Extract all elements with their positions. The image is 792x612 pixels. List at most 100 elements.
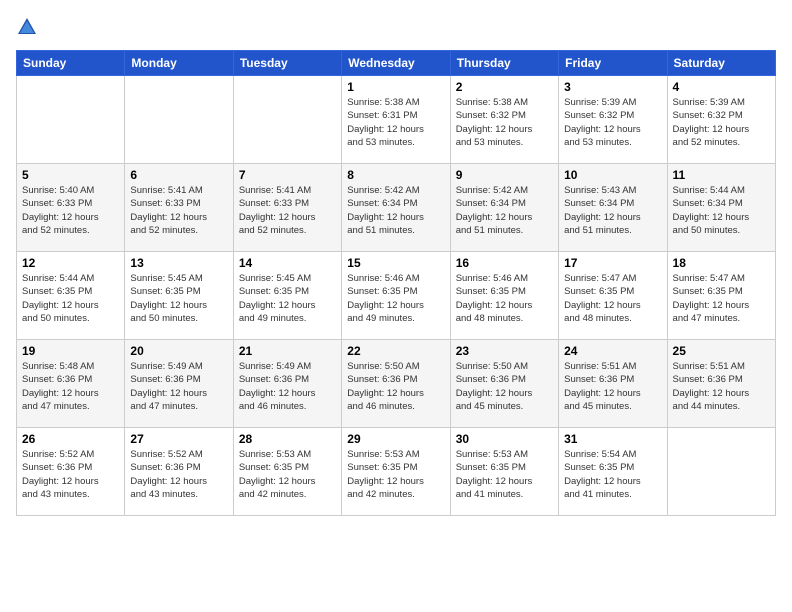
day-info: Sunrise: 5:46 AM Sunset: 6:35 PM Dayligh… [456, 272, 553, 325]
day-info: Sunrise: 5:39 AM Sunset: 6:32 PM Dayligh… [564, 96, 661, 149]
day-number: 29 [347, 432, 444, 446]
calendar-cell: 23 Sunrise: 5:50 AM Sunset: 6:36 PM Dayli… [450, 340, 558, 428]
day-number: 4 [673, 80, 770, 94]
weekday-tuesday: Tuesday [233, 51, 341, 76]
day-number: 23 [456, 344, 553, 358]
day-number: 20 [130, 344, 227, 358]
day-info: Sunrise: 5:53 AM Sunset: 6:35 PM Dayligh… [347, 448, 444, 501]
day-number: 13 [130, 256, 227, 270]
day-info: Sunrise: 5:42 AM Sunset: 6:34 PM Dayligh… [347, 184, 444, 237]
day-number: 17 [564, 256, 661, 270]
day-info: Sunrise: 5:49 AM Sunset: 6:36 PM Dayligh… [130, 360, 227, 413]
calendar-cell: 26Sunrise: 5:52 AM Sunset: 6:36 PM Dayli… [17, 428, 125, 516]
day-number: 22 [347, 344, 444, 358]
week-row-1: 1 Sunrise: 5:38 AM Sunset: 6:31 PM Daylig… [17, 76, 776, 164]
day-number: 28 [239, 432, 336, 446]
calendar-cell: 14Sunrise: 5:45 AM Sunset: 6:35 PM Dayli… [233, 252, 341, 340]
day-info: Sunrise: 5:46 AM Sunset: 6:35 PM Dayligh… [347, 272, 444, 325]
day-info: Sunrise: 5:41 AM Sunset: 6:33 PM Dayligh… [130, 184, 227, 237]
day-info: Sunrise: 5:52 AM Sunset: 6:36 PM Dayligh… [130, 448, 227, 501]
day-number: 18 [673, 256, 770, 270]
weekday-monday: Monday [125, 51, 233, 76]
week-row-3: 12 Sunrise: 5:44 AM Sunset: 6:35 PM Dayli… [17, 252, 776, 340]
calendar-cell: 11Sunrise: 5:44 AM Sunset: 6:34 PM Dayli… [667, 164, 775, 252]
day-info: Sunrise: 5:51 AM Sunset: 6:36 PM Dayligh… [564, 360, 661, 413]
day-number: 7 [239, 168, 336, 182]
weekday-thursday: Thursday [450, 51, 558, 76]
day-info: Sunrise: 5:47 AM Sunset: 6:35 PM Dayligh… [564, 272, 661, 325]
day-info: Sunrise: 5:44 AM Sunset: 6:35 PM Dayligh… [22, 272, 119, 325]
calendar-cell: 22 Sunrise: 5:50 AM Sunset: 6:36 PM Dayli… [342, 340, 450, 428]
calendar-cell: 28 Sunrise: 5:53 AM Sunset: 6:35 PM Dayli… [233, 428, 341, 516]
day-info: Sunrise: 5:39 AM Sunset: 6:32 PM Dayligh… [673, 96, 770, 149]
day-number: 21 [239, 344, 336, 358]
day-number: 27 [130, 432, 227, 446]
day-number: 19 [22, 344, 119, 358]
day-info: Sunrise: 5:45 AM Sunset: 6:35 PM Dayligh… [130, 272, 227, 325]
calendar-cell: 20 Sunrise: 5:49 AM Sunset: 6:36 PM Dayli… [125, 340, 233, 428]
calendar-cell: 6 Sunrise: 5:41 AM Sunset: 6:33 PM Daylig… [125, 164, 233, 252]
calendar-cell: 12 Sunrise: 5:44 AM Sunset: 6:35 PM Dayli… [17, 252, 125, 340]
day-number: 31 [564, 432, 661, 446]
weekday-header-row: SundayMondayTuesdayWednesdayThursdayFrid… [17, 51, 776, 76]
day-number: 1 [347, 80, 444, 94]
day-info: Sunrise: 5:47 AM Sunset: 6:35 PM Dayligh… [673, 272, 770, 325]
calendar-cell: 18 Sunrise: 5:47 AM Sunset: 6:35 PM Dayli… [667, 252, 775, 340]
calendar-body: 1 Sunrise: 5:38 AM Sunset: 6:31 PM Daylig… [17, 76, 776, 516]
calendar-cell: 10 Sunrise: 5:43 AM Sunset: 6:34 PM Dayli… [559, 164, 667, 252]
week-row-2: 5Sunrise: 5:40 AM Sunset: 6:33 PM Daylig… [17, 164, 776, 252]
day-info: Sunrise: 5:54 AM Sunset: 6:35 PM Dayligh… [564, 448, 661, 501]
calendar-cell: 8 Sunrise: 5:42 AM Sunset: 6:34 PM Daylig… [342, 164, 450, 252]
day-number: 5 [22, 168, 119, 182]
day-number: 15 [347, 256, 444, 270]
day-number: 10 [564, 168, 661, 182]
day-info: Sunrise: 5:38 AM Sunset: 6:32 PM Dayligh… [456, 96, 553, 149]
day-number: 11 [673, 168, 770, 182]
calendar-cell: 29 Sunrise: 5:53 AM Sunset: 6:35 PM Dayli… [342, 428, 450, 516]
calendar-cell: 7 Sunrise: 5:41 AM Sunset: 6:33 PM Daylig… [233, 164, 341, 252]
day-info: Sunrise: 5:53 AM Sunset: 6:35 PM Dayligh… [239, 448, 336, 501]
day-number: 24 [564, 344, 661, 358]
day-info: Sunrise: 5:50 AM Sunset: 6:36 PM Dayligh… [347, 360, 444, 413]
page-header [16, 16, 776, 38]
weekday-friday: Friday [559, 51, 667, 76]
day-info: Sunrise: 5:43 AM Sunset: 6:34 PM Dayligh… [564, 184, 661, 237]
day-info: Sunrise: 5:42 AM Sunset: 6:34 PM Dayligh… [456, 184, 553, 237]
day-number: 25 [673, 344, 770, 358]
day-info: Sunrise: 5:50 AM Sunset: 6:36 PM Dayligh… [456, 360, 553, 413]
day-number: 12 [22, 256, 119, 270]
weekday-wednesday: Wednesday [342, 51, 450, 76]
day-info: Sunrise: 5:53 AM Sunset: 6:35 PM Dayligh… [456, 448, 553, 501]
calendar-cell [125, 76, 233, 164]
calendar-cell: 13 Sunrise: 5:45 AM Sunset: 6:35 PM Dayli… [125, 252, 233, 340]
day-info: Sunrise: 5:52 AM Sunset: 6:36 PM Dayligh… [22, 448, 119, 501]
calendar-cell: 15 Sunrise: 5:46 AM Sunset: 6:35 PM Dayli… [342, 252, 450, 340]
calendar-cell: 17 Sunrise: 5:47 AM Sunset: 6:35 PM Dayli… [559, 252, 667, 340]
day-info: Sunrise: 5:48 AM Sunset: 6:36 PM Dayligh… [22, 360, 119, 413]
calendar-cell: 16 Sunrise: 5:46 AM Sunset: 6:35 PM Dayli… [450, 252, 558, 340]
day-info: Sunrise: 5:38 AM Sunset: 6:31 PM Dayligh… [347, 96, 444, 149]
day-number: 16 [456, 256, 553, 270]
day-number: 2 [456, 80, 553, 94]
calendar-cell: 31 Sunrise: 5:54 AM Sunset: 6:35 PM Dayli… [559, 428, 667, 516]
day-info: Sunrise: 5:51 AM Sunset: 6:36 PM Dayligh… [673, 360, 770, 413]
day-number: 9 [456, 168, 553, 182]
calendar-cell: 5Sunrise: 5:40 AM Sunset: 6:33 PM Daylig… [17, 164, 125, 252]
day-number: 6 [130, 168, 227, 182]
calendar-cell: 19 Sunrise: 5:48 AM Sunset: 6:36 PM Dayli… [17, 340, 125, 428]
calendar-cell: 24 Sunrise: 5:51 AM Sunset: 6:36 PM Dayli… [559, 340, 667, 428]
calendar-cell: 21Sunrise: 5:49 AM Sunset: 6:36 PM Dayli… [233, 340, 341, 428]
day-info: Sunrise: 5:41 AM Sunset: 6:33 PM Dayligh… [239, 184, 336, 237]
day-number: 30 [456, 432, 553, 446]
calendar-cell: 1 Sunrise: 5:38 AM Sunset: 6:31 PM Daylig… [342, 76, 450, 164]
calendar-cell: 25 Sunrise: 5:51 AM Sunset: 6:36 PM Dayli… [667, 340, 775, 428]
weekday-saturday: Saturday [667, 51, 775, 76]
day-info: Sunrise: 5:45 AM Sunset: 6:35 PM Dayligh… [239, 272, 336, 325]
week-row-5: 26Sunrise: 5:52 AM Sunset: 6:36 PM Dayli… [17, 428, 776, 516]
calendar-cell: 27 Sunrise: 5:52 AM Sunset: 6:36 PM Dayli… [125, 428, 233, 516]
calendar-cell: 4 Sunrise: 5:39 AM Sunset: 6:32 PM Daylig… [667, 76, 775, 164]
calendar-cell: 9 Sunrise: 5:42 AM Sunset: 6:34 PM Daylig… [450, 164, 558, 252]
calendar-cell: 30 Sunrise: 5:53 AM Sunset: 6:35 PM Dayli… [450, 428, 558, 516]
day-number: 8 [347, 168, 444, 182]
weekday-sunday: Sunday [17, 51, 125, 76]
